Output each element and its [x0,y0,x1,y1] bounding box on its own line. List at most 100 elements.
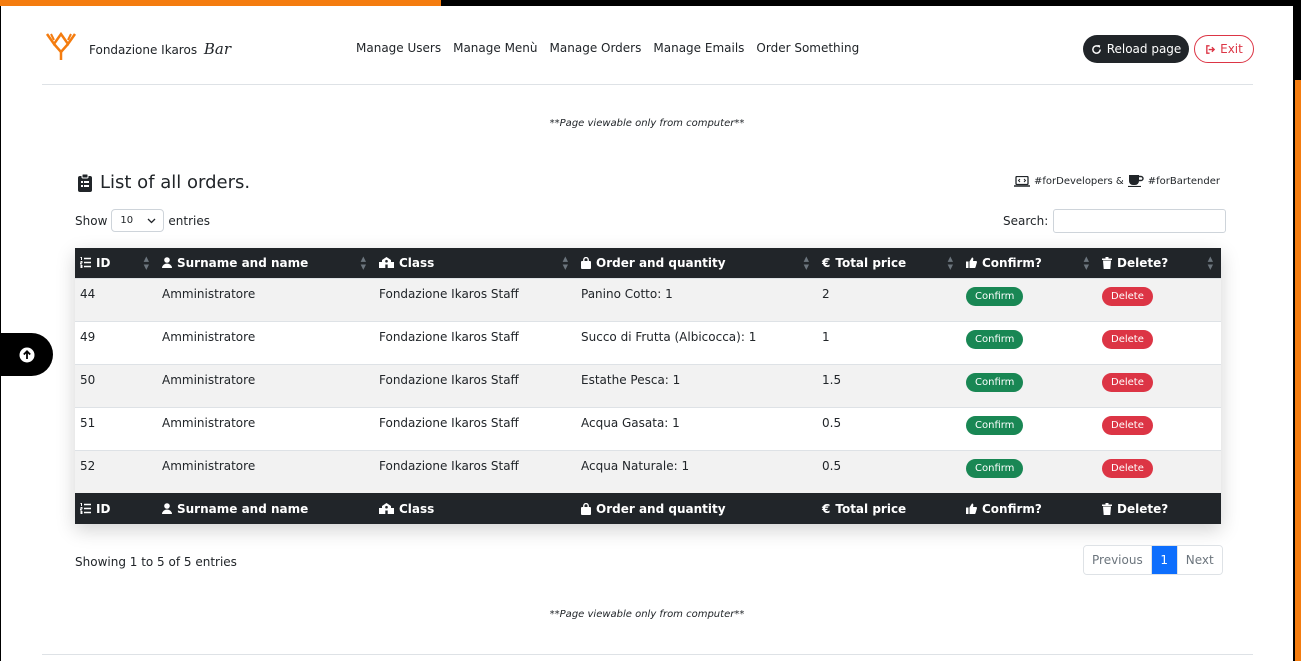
thumbs-up-icon [966,503,977,514]
header-id-label: ID [96,255,111,270]
cell-delete: Delete [1097,449,1221,493]
nav-manage-orders[interactable]: Manage Orders [550,41,642,55]
show-label: Show [75,213,108,228]
nav-manage-users[interactable]: Manage Users [356,41,441,55]
user-icon [162,503,172,514]
header-order-label: Order and quantity [596,255,726,270]
cell-class: Fondazione Ikaros Staff [374,320,576,364]
sort-icon: ▲ ▼ [1207,255,1213,271]
delete-button[interactable]: Delete [1102,458,1153,478]
reload-button[interactable]: Reload page [1083,35,1189,63]
cell-confirm: Confirm [961,363,1097,407]
header-price-label: Total price [835,255,907,270]
list-ol-icon [80,503,91,514]
table-info: Showing 1 to 5 of 5 entries [75,555,237,569]
cell-id: 49 [75,320,157,364]
table-row: 49 Amministratore Fondazione Ikaros Staf… [75,320,1221,364]
delete-button[interactable]: Delete [1102,286,1153,306]
pagination-page-1[interactable]: 1 [1150,546,1177,574]
cell-id: 44 [75,277,157,321]
tag-bartender: #forBartender [1147,175,1220,187]
cell-price: 0.5 [817,406,961,450]
cell-confirm: Confirm [961,449,1097,493]
orders-table: ID ▲ ▼ Surname and name ▲ ▼ Class ▲ ▼ Order… [75,248,1221,524]
cell-class: Fondazione Ikaros Staff [374,449,576,493]
confirm-button[interactable]: Confirm [966,329,1024,349]
footer-id: ID [75,493,157,524]
nav-manage-emails[interactable]: Manage Emails [653,41,744,55]
cell-name: Amministratore [157,406,374,450]
cell-name: Amministratore [157,449,374,493]
header-order[interactable]: Order and quantity ▲ ▼ [576,248,817,278]
header-price[interactable]: € Total price ▲ ▼ [817,248,961,278]
header-delete[interactable]: Delete? ▲ ▼ [1097,248,1221,278]
cell-class: Fondazione Ikaros Staff [374,406,576,450]
footer-delete-label: Delete? [1117,501,1169,516]
euro-icon: € [822,255,831,270]
cell-id: 51 [75,406,157,450]
cell-order: Acqua Naturale: 1 [576,449,817,493]
nav-links: Manage Users Manage Menù Manage Orders M… [356,41,871,55]
confirm-button[interactable]: Confirm [966,458,1024,478]
logo-icon[interactable] [44,30,78,60]
footer-id-label: ID [96,501,111,516]
cell-delete: Delete [1097,363,1221,407]
header-class-label: Class [399,255,435,270]
cell-name: Amministratore [157,363,374,407]
pagination-next[interactable]: Next [1176,546,1222,574]
header-id[interactable]: ID ▲ ▼ [75,248,157,278]
cell-class: Fondazione Ikaros Staff [374,277,576,321]
delete-button[interactable]: Delete [1102,372,1153,392]
header-class[interactable]: Class ▲ ▼ [374,248,576,278]
computer-only-notice-top: **Page viewable only from computer** [549,118,745,129]
cell-confirm: Confirm [961,277,1097,321]
sort-icon: ▲ ▼ [1083,255,1089,271]
confirm-button[interactable]: Confirm [966,415,1024,435]
euro-icon: € [822,501,831,516]
table-row: 52 Amministratore Fondazione Ikaros Staf… [75,449,1221,493]
scrollbar[interactable] [1295,80,1301,661]
delete-button[interactable]: Delete [1102,415,1153,435]
sort-icon: ▲ ▼ [143,255,149,271]
footer-order-label: Order and quantity [596,501,726,516]
footer-price-label: Total price [835,501,907,516]
confirm-button[interactable]: Confirm [966,372,1024,392]
sort-icon: ▲ ▼ [562,255,568,271]
table-row: 44 Amministratore Fondazione Ikaros Staf… [75,277,1221,321]
cell-class: Fondazione Ikaros Staff [374,363,576,407]
cell-confirm: Confirm [961,406,1097,450]
nav-manage-menu[interactable]: Manage Menù [453,41,537,55]
pagination-previous[interactable]: Previous [1084,546,1151,574]
refresh-icon [1091,44,1101,54]
header-name[interactable]: Surname and name ▲ ▼ [157,248,374,278]
card-title: List of all orders. [78,172,250,193]
delete-button[interactable]: Delete [1102,329,1153,349]
cell-delete: Delete [1097,406,1221,450]
user-icon [162,257,172,269]
confirm-button[interactable]: Confirm [966,286,1024,306]
header-confirm-label: Confirm? [982,255,1042,270]
shopping-bag-icon [581,502,591,515]
brand[interactable]: Fondazione Ikaros Bar [89,40,231,58]
footer-confirm-label: Confirm? [982,501,1042,516]
exit-button[interactable]: Exit [1194,35,1254,63]
search-control: Search: [1003,209,1227,233]
scroll-to-top-button[interactable] [0,333,53,376]
reload-label: Reload page [1106,42,1182,56]
card-title-text: List of all orders. [100,172,251,193]
footer-class: Class [374,493,576,524]
cell-price: 2 [817,277,961,321]
table-footer-row: ID Surname and name Class Order and quan… [75,493,1221,524]
cell-price: 1 [817,320,961,364]
page-length-select[interactable]: 10 [111,209,165,232]
search-input[interactable] [1053,209,1227,233]
nav-order-something[interactable]: Order Something [756,41,859,55]
header-confirm[interactable]: Confirm? ▲ ▼ [961,248,1097,278]
laptop-code-icon [1013,175,1030,187]
cell-order: Panino Cotto: 1 [576,277,817,321]
computer-only-notice-bottom: **Page viewable only from computer** [549,609,745,620]
cell-name: Amministratore [157,320,374,364]
coffee-icon [1127,175,1144,187]
cell-price: 0.5 [817,449,961,493]
cell-delete: Delete [1097,277,1221,321]
